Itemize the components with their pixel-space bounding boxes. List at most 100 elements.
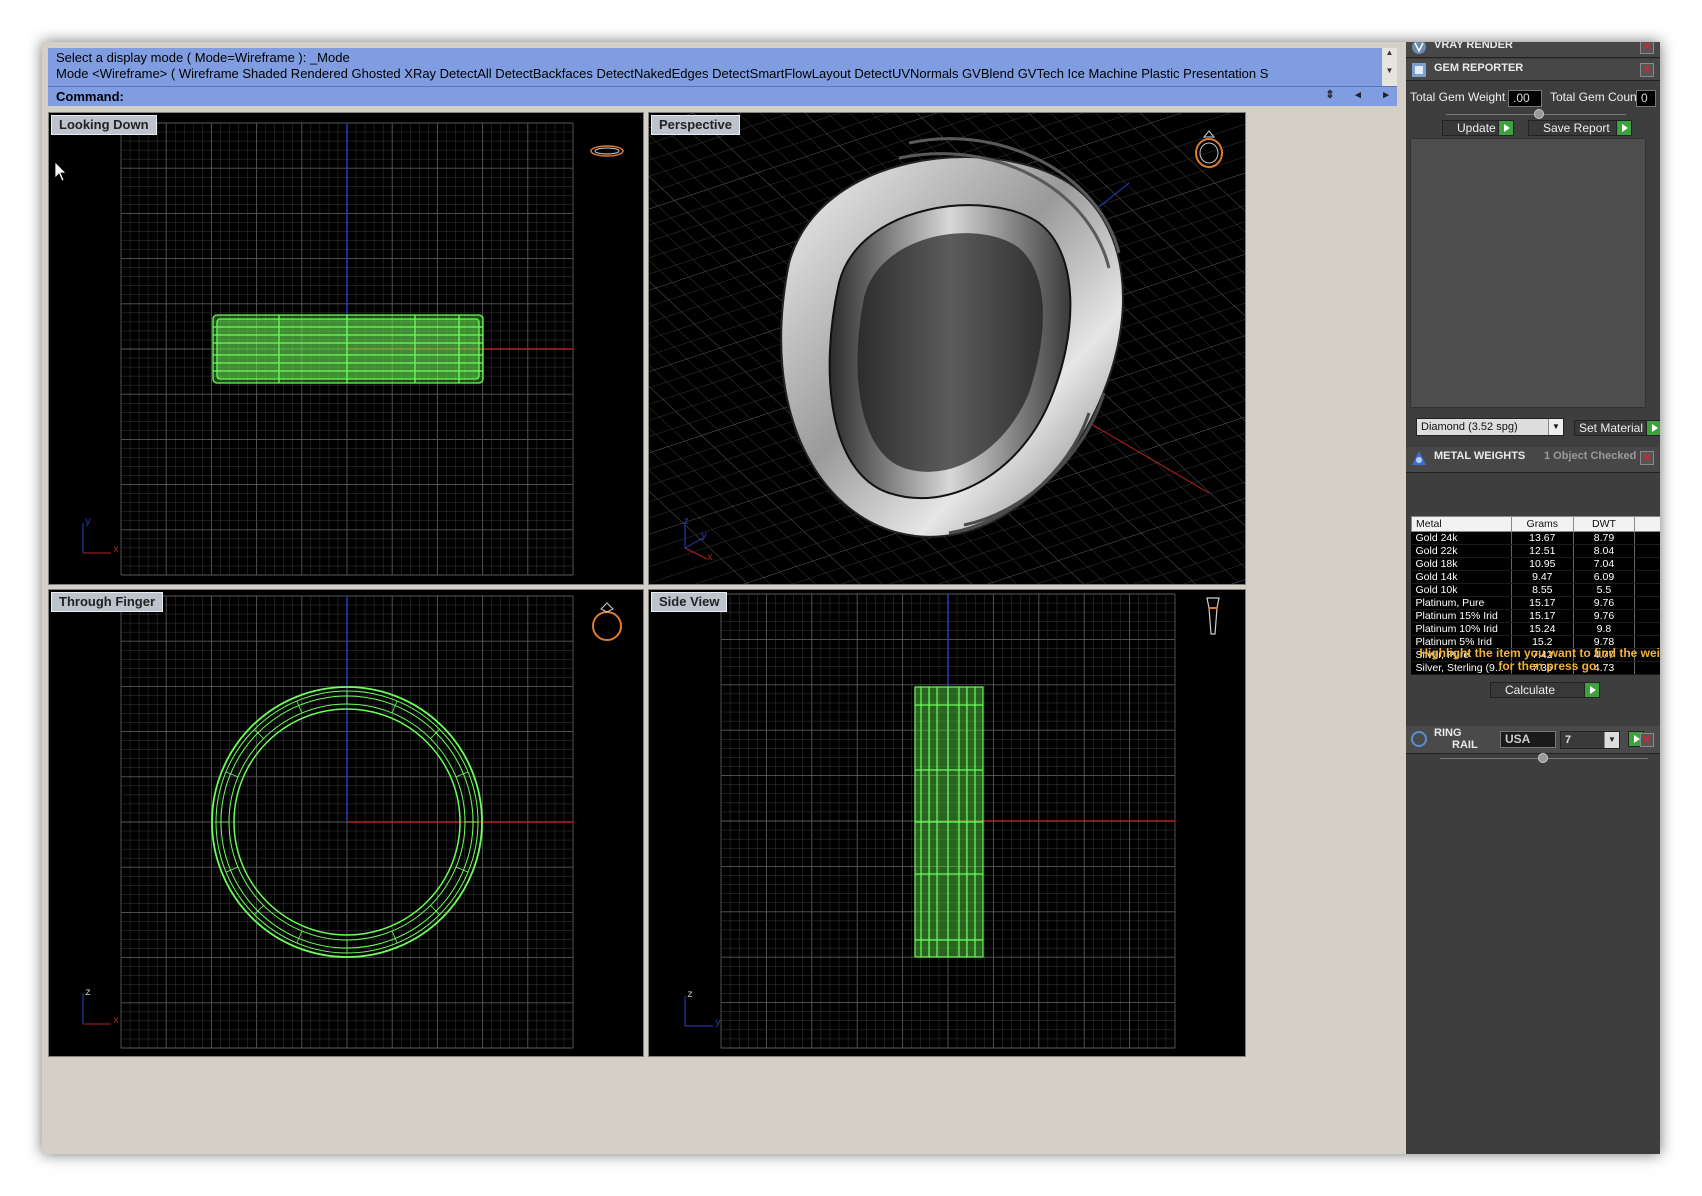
gem-list-area[interactable] [1410,138,1646,408]
ring-slider-handle[interactable] [1538,753,1548,763]
metal-row[interactable]: Platinum, Pure 15.17 9.76 [1411,596,1660,610]
metal-spare-cell [1634,544,1660,558]
column-grams[interactable]: Grams [1510,516,1574,532]
app-window: Select a display mode ( Mode=Wireframe )… [42,42,1660,1154]
metal-grams-cell: 12.51 [1511,544,1574,558]
metal-grams-cell: 13.67 [1511,531,1574,545]
metal-row[interactable]: Gold 14k 9.47 6.09 [1411,570,1660,584]
command-line: Command: ⇕ ◂ ▸ [48,86,1397,106]
viewport-title-perspective[interactable]: Perspective [651,115,740,135]
metal-name-cell: Gold 22k [1411,544,1512,558]
calculate-go-icon[interactable] [1584,683,1599,697]
metal-name-cell: Gold 10k [1411,583,1512,597]
command-history-scrollbar[interactable]: ▲ ▼ [1381,48,1397,86]
axis-label-z: z [683,517,690,528]
viewport-looking-down[interactable]: Looking Down y x [48,112,644,585]
metal-weights-title: METAL WEIGHTS [1434,450,1526,462]
set-material-button[interactable]: Set Material [1574,420,1660,436]
vray-close-icon[interactable]: ✕ [1640,42,1654,54]
metal-spare-cell [1634,557,1660,571]
view-ring-side-icon[interactable] [1193,594,1233,638]
metal-grams-cell: 15.17 [1511,596,1574,610]
looking-down-scene [54,122,574,576]
gem-close-icon[interactable]: ✕ [1640,63,1654,77]
through-finger-scene [82,595,574,1049]
axis-label-z: z [85,988,92,999]
metal-spare-cell [1634,596,1660,610]
viewport-side-view[interactable]: Side View z y [648,589,1246,1057]
vray-icon [1412,42,1426,54]
ring-rail-title-line1: RING [1434,727,1462,739]
command-prompt-label: Command: [56,89,124,104]
command-input[interactable] [128,89,1308,104]
metal-grams-cell: 15.24 [1511,622,1574,636]
command-spin-icon[interactable]: ⇕ [1323,88,1337,101]
view-ring-front-icon[interactable] [587,600,627,644]
view-ring-top-icon[interactable] [587,135,627,179]
metal-dwt-cell: 5.5 [1573,583,1636,597]
material-select-value: Diamond (3.52 spg) [1421,421,1518,433]
ring-rail-title: RING RAIL [1434,727,1478,751]
metal-close-icon[interactable]: ✕ [1640,451,1654,465]
metal-row[interactable]: Gold 22k 12.51 8.04 [1411,544,1660,558]
update-button[interactable]: Update [1442,120,1514,136]
ring-region-field[interactable]: USA [1500,731,1556,748]
ring-size-select[interactable]: 7 ▼ [1560,731,1620,749]
gem-slider-handle[interactable] [1534,109,1544,119]
vray-render-header[interactable]: VRAY RENDER ✕ [1406,42,1660,58]
column-spare [1634,516,1660,532]
ring-rail-title-line2: RAIL [1452,739,1478,751]
gem-totals: Total Gem Weight .00 Total Gem Count 0 [1410,90,1656,108]
gem-reporter-title: GEM REPORTER [1434,62,1524,74]
metal-spare-cell [1634,570,1660,584]
column-metal[interactable]: Metal [1411,516,1512,532]
column-dwt[interactable]: DWT [1572,516,1636,532]
set-material-go-icon[interactable] [1646,421,1660,435]
material-select[interactable]: Diamond (3.52 spg) ▼ [1416,418,1564,436]
axis-label-x: x [707,553,714,564]
metal-name-cell: Gold 24k [1411,531,1512,545]
viewport-through-finger[interactable]: Through Finger z x [48,589,644,1057]
metal-row[interactable]: Platinum 15% Irid 15.17 9.76 [1411,609,1660,623]
command-history-line-1: Select a display mode ( Mode=Wireframe )… [56,50,350,65]
metal-name-cell: Gold 14k [1411,570,1512,584]
axis-label-z: z [687,990,694,1001]
calculate-label: Calculate [1505,683,1556,697]
save-report-button[interactable]: Save Report [1528,120,1632,136]
ring-rail-close-icon[interactable]: ✕ [1640,733,1654,747]
axis-label-x: x [113,545,120,556]
calculate-button[interactable]: Calculate [1490,682,1600,698]
metal-status: 1 Object Checked [1544,450,1637,462]
metal-hint-text: Highlight the item you want to find the … [1419,646,1660,673]
update-go-icon[interactable] [1498,121,1513,135]
metal-row[interactable]: Gold 10k 8.55 5.5 [1411,583,1660,597]
command-prev-icon[interactable]: ◂ [1351,88,1365,101]
axis-label-y: y [701,531,708,542]
metal-table-header-row: Metal Grams DWT [1411,516,1660,532]
metal-dwt-cell: 9.76 [1573,609,1636,623]
ring-size-dropdown-icon[interactable]: ▼ [1604,732,1619,748]
metal-weights-header[interactable]: METAL WEIGHTS 1 Object Checked ✕ [1406,447,1660,473]
view-ring-perspective-icon[interactable] [1189,127,1229,171]
command-next-icon[interactable]: ▸ [1379,88,1393,101]
metal-name-cell: Platinum, Pure [1411,596,1512,610]
metal-dwt-cell: 6.09 [1573,570,1636,584]
ring-rail-icon [1411,731,1427,747]
metal-weights-icon [1412,451,1426,465]
command-history-line-2: Mode <Wireframe> ( Wireframe Shaded Rend… [56,66,1269,81]
update-button-label: Update [1457,121,1496,135]
save-report-label: Save Report [1543,121,1610,135]
viewport-title-looking-down[interactable]: Looking Down [51,115,157,135]
material-dropdown-icon[interactable]: ▼ [1548,419,1563,435]
viewport-perspective[interactable]: Perspective z y x [648,112,1246,585]
axis-label-x: x [113,1016,120,1027]
metal-row[interactable]: Gold 24k 13.67 8.79 [1411,531,1660,545]
ring-wireframe-top [212,314,484,384]
ring-rendered [780,137,1124,538]
save-report-go-icon[interactable] [1616,121,1631,135]
viewport-title-side-view[interactable]: Side View [651,592,728,612]
gem-reporter-header[interactable]: GEM REPORTER ✕ [1406,59,1660,81]
metal-row[interactable]: Gold 18k 10.95 7.04 [1411,557,1660,571]
viewport-title-through-finger[interactable]: Through Finger [51,592,164,612]
metal-row[interactable]: Platinum 10% Irid 15.24 9.8 [1411,622,1660,636]
